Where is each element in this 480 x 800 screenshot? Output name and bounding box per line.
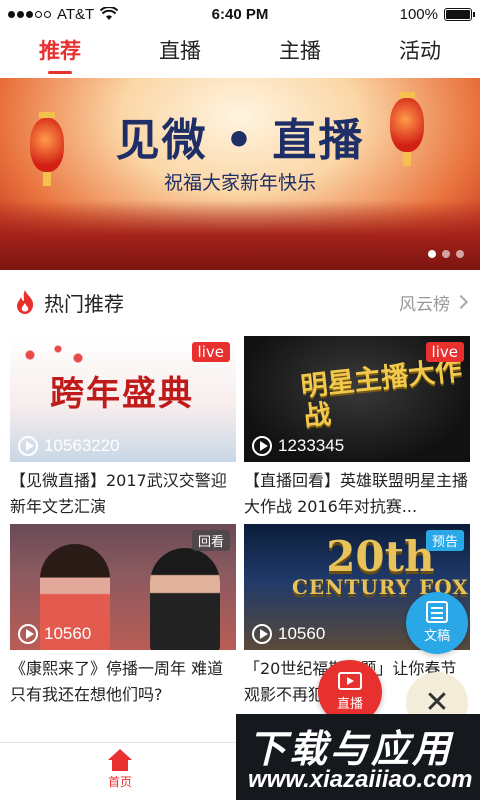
banner-pagination xyxy=(428,250,464,258)
watermark: 下载与应用 www.xiazaiiiao.com xyxy=(236,714,480,800)
watermark-title: 下载与应用 xyxy=(248,727,454,771)
nav-home[interactable]: 首页 xyxy=(95,749,145,790)
pagination-dot[interactable] xyxy=(456,250,464,258)
view-count-value: 10560 xyxy=(44,624,92,643)
home-icon xyxy=(108,749,132,771)
article-fab-button[interactable]: 文稿 xyxy=(406,592,468,654)
view-count-value: 1233345 xyxy=(278,436,345,455)
top-tabs: 推荐 直播 主播 活动 xyxy=(0,28,480,76)
view-count: 10560 xyxy=(252,624,325,644)
play-icon xyxy=(252,436,272,456)
status-bar: AT&T 6:40 PM 100% xyxy=(0,0,480,28)
article-fab-label: 文稿 xyxy=(423,629,450,644)
tab-live[interactable]: 直播 xyxy=(120,28,240,76)
tv-play-icon xyxy=(338,672,362,690)
section-title: 热门推荐 xyxy=(44,291,124,316)
replay-badge: 回看 xyxy=(191,530,230,551)
preview-badge: 预告 xyxy=(425,530,464,551)
view-count: 10560 xyxy=(18,624,91,644)
video-card[interactable]: 明星主播大作战 live 1233345 【直播回看】英雄联盟明星主播大作战 2… xyxy=(244,336,470,520)
tab-events[interactable]: 活动 xyxy=(360,28,480,76)
hot-section-header: 热门推荐 风云榜 xyxy=(14,284,469,320)
thumbnail-caption: 跨年盛典 xyxy=(50,374,194,414)
watermark-url: www.xiazaiiiao.com xyxy=(248,766,473,793)
host-figure xyxy=(150,548,220,650)
live-badge: live xyxy=(191,342,230,362)
tab-anchors[interactable]: 主播 xyxy=(240,28,360,76)
banner-background xyxy=(0,200,480,270)
tab-recommend[interactable]: 推荐 xyxy=(0,28,120,76)
live-badge: live xyxy=(425,342,464,362)
view-count: 10563220 xyxy=(18,436,120,456)
video-thumbnail[interactable]: 明星主播大作战 live 1233345 xyxy=(244,336,470,462)
fire-icon xyxy=(17,290,34,314)
play-icon xyxy=(18,624,38,644)
live-fab-label: 直播 xyxy=(336,697,363,712)
view-count: 1233345 xyxy=(252,436,344,456)
view-count-value: 10563220 xyxy=(44,436,120,455)
play-icon xyxy=(18,436,38,456)
battery-icon xyxy=(444,7,475,21)
document-icon xyxy=(426,601,448,623)
video-card[interactable]: 回看 10560 《康熙来了》停播一周年 难道只有我还在想他们吗? xyxy=(10,524,236,708)
video-title[interactable]: 【直播回看】英雄联盟明星主播大作战 2016年对抗赛... xyxy=(244,468,470,520)
play-icon xyxy=(252,624,272,644)
banner-subtitle: 祝福大家新年快乐 xyxy=(163,172,316,194)
ranking-link[interactable]: 风云榜 xyxy=(399,290,469,315)
video-thumbnail[interactable]: 跨年盛典 live 10563220 xyxy=(10,336,236,462)
banner-title: 见微 • 直播 xyxy=(115,115,365,166)
pagination-dot[interactable] xyxy=(442,250,450,258)
status-right: 100% xyxy=(399,5,475,23)
battery-label: 100% xyxy=(399,5,438,23)
nav-home-label: 首页 xyxy=(107,775,132,789)
pagination-dot[interactable] xyxy=(428,250,436,258)
banner-carousel[interactable]: 见微 • 直播 祝福大家新年快乐 xyxy=(0,78,480,270)
thumbnail-caption: 明星主播大作战 xyxy=(299,355,464,433)
chevron-right-icon xyxy=(453,294,469,310)
video-card[interactable]: 跨年盛典 live 10563220 【见微直播】2017武汉交警迎新年文艺汇演 xyxy=(10,336,236,520)
video-title[interactable]: 《康熙来了》停播一周年 难道只有我还在想他们吗? xyxy=(10,656,236,708)
video-title[interactable]: 【见微直播】2017武汉交警迎新年文艺汇演 xyxy=(10,468,236,520)
video-thumbnail[interactable]: 回看 10560 xyxy=(10,524,236,650)
ranking-link-label: 风云榜 xyxy=(399,294,450,315)
view-count-value: 10560 xyxy=(278,624,326,643)
